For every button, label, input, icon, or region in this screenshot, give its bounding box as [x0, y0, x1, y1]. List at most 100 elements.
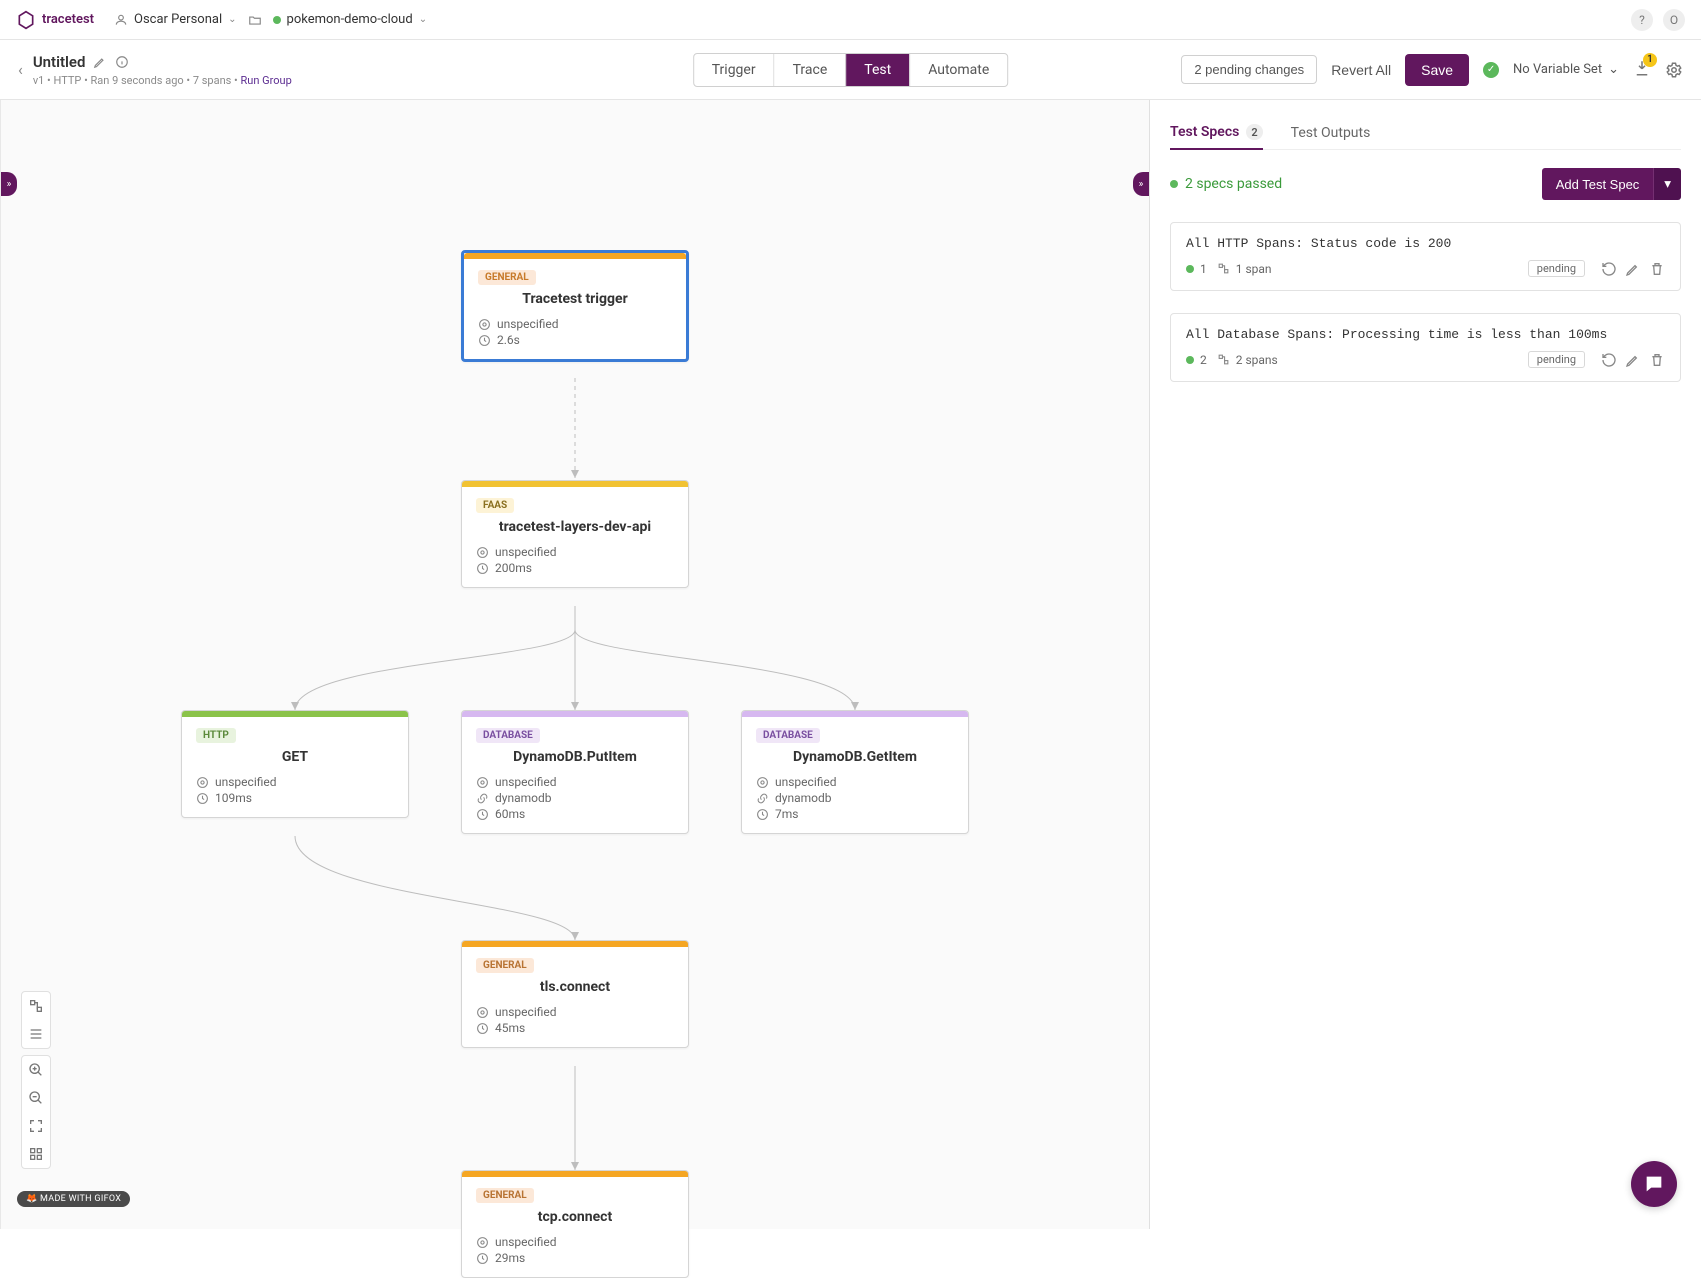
save-button[interactable]: Save	[1405, 54, 1469, 86]
span-node-dynamodb-putitem[interactable]: DATABASE DynamoDB.PutItem unspecified dy…	[461, 710, 689, 834]
avatar[interactable]: O	[1663, 9, 1685, 31]
add-test-spec: Add Test Spec ▾	[1542, 168, 1681, 200]
span-title: tcp.connect	[476, 1209, 674, 1225]
chat-fab[interactable]	[1631, 1161, 1677, 1207]
clock-icon	[476, 1022, 489, 1035]
add-test-spec-caret[interactable]: ▾	[1653, 168, 1681, 200]
state-tag: pending	[1528, 351, 1585, 368]
org-selector[interactable]: Oscar Personal ⌄	[114, 12, 237, 27]
gear-icon	[476, 776, 489, 789]
spec-title: All HTTP Spans: Status code is 200	[1186, 236, 1665, 251]
spans-icon	[1217, 353, 1230, 366]
revert-icon[interactable]	[1601, 352, 1617, 368]
pending-changes-button[interactable]: 2 pending changes	[1181, 55, 1317, 84]
gear-icon	[476, 546, 489, 559]
panel-tabs: Test Specs 2 Test Outputs	[1170, 116, 1681, 150]
trace-canvas[interactable]: » » GENERAL Tracetest trigger unspecifie…	[0, 100, 1149, 1229]
span-tag: DATABASE	[756, 728, 820, 743]
spec-card[interactable]: All HTTP Spans: Status code is 200 1 1 s…	[1170, 222, 1681, 291]
minimap-icon[interactable]	[22, 1140, 50, 1168]
span-title: tls.connect	[476, 979, 674, 995]
tab-test-specs[interactable]: Test Specs 2	[1170, 116, 1263, 150]
status-dot-icon	[1170, 180, 1178, 188]
delete-icon[interactable]	[1649, 261, 1665, 277]
brand-logo[interactable]: tracetest	[16, 10, 94, 30]
edit-icon[interactable]	[1625, 352, 1641, 368]
notifications-icon[interactable]: 1	[1633, 59, 1651, 81]
check-circle-icon: ✓	[1483, 62, 1499, 78]
gear-icon	[196, 776, 209, 789]
add-test-spec-button[interactable]: Add Test Spec	[1542, 168, 1654, 200]
chat-icon	[1643, 1173, 1665, 1195]
list-view-icon[interactable]	[22, 1020, 50, 1048]
spans-icon	[1217, 262, 1230, 275]
sub-header: ‹ Untitled v1 • HTTP • Ran 9 seconds ago…	[0, 40, 1701, 100]
gear-icon[interactable]	[1665, 61, 1683, 79]
span-tag: FAAS	[476, 498, 514, 513]
count-badge: 2	[1246, 124, 1262, 140]
chevron-down-icon: ⌄	[1608, 62, 1619, 77]
clock-icon	[476, 1252, 489, 1265]
span-node-tracetest-trigger[interactable]: GENERAL Tracetest trigger unspecified 2.…	[461, 250, 689, 362]
clock-icon	[476, 808, 489, 821]
span-title: DynamoDB.PutItem	[476, 749, 674, 765]
specs-passed-status: 2 specs passed	[1170, 176, 1282, 192]
span-tag: GENERAL	[478, 270, 536, 285]
span-node-faas[interactable]: FAAS tracetest-layers-dev-api unspecifie…	[461, 480, 689, 588]
span-title: DynamoDB.GetItem	[756, 749, 954, 765]
status-dot-icon	[1186, 356, 1194, 364]
tab-test-outputs[interactable]: Test Outputs	[1291, 116, 1371, 149]
edit-icon[interactable]	[1625, 261, 1641, 277]
status-dot-icon	[273, 16, 281, 24]
main: » » GENERAL Tracetest trigger unspecifie…	[0, 100, 1701, 1229]
link-icon	[476, 792, 489, 805]
page-title: Untitled	[33, 53, 86, 71]
span-node-tls-connect[interactable]: GENERAL tls.connect unspecified 45ms	[461, 940, 689, 1048]
tab-test[interactable]: Test	[845, 54, 909, 86]
top-nav: tracetest Oscar Personal ⌄ pokemon-demo-…	[0, 0, 1701, 40]
spec-title: All Database Spans: Processing time is l…	[1186, 327, 1665, 342]
project-selector[interactable]: pokemon-demo-cloud ⌄	[273, 12, 428, 27]
clock-icon	[756, 808, 769, 821]
brand-text: tracetest	[42, 12, 94, 27]
link-icon	[756, 792, 769, 805]
help-icon[interactable]: ?	[1631, 9, 1653, 31]
gifox-watermark: 🦊 MADE WITH GIFOX	[17, 1191, 130, 1207]
tab-trace[interactable]: Trace	[774, 54, 846, 86]
expand-left-icon[interactable]: »	[1, 172, 17, 196]
revert-icon[interactable]	[1601, 261, 1617, 277]
back-button[interactable]: ‹	[18, 60, 23, 79]
variable-set-selector[interactable]: No Variable Set ⌄	[1513, 62, 1619, 77]
spec-card[interactable]: All Database Spans: Processing time is l…	[1170, 313, 1681, 382]
header-actions: 2 pending changes Revert All Save ✓ No V…	[1181, 54, 1683, 86]
status-dot-icon	[1186, 265, 1194, 273]
info-icon[interactable]	[115, 55, 129, 69]
chevron-down-icon: ⌄	[228, 14, 236, 25]
page-meta: v1 • HTTP • Ran 9 seconds ago • 7 spans …	[33, 74, 292, 87]
revert-button[interactable]: Revert All	[1331, 62, 1391, 78]
gear-icon	[478, 318, 491, 331]
run-group-link[interactable]: Run Group	[241, 74, 292, 87]
state-tag: pending	[1528, 260, 1585, 277]
span-node-tcp-connect[interactable]: GENERAL tcp.connect unspecified 29ms	[461, 1170, 689, 1278]
zoom-in-icon[interactable]	[22, 1056, 50, 1084]
tree-view-icon[interactable]	[22, 992, 50, 1020]
folder-icon	[245, 13, 265, 27]
tab-trigger[interactable]: Trigger	[694, 54, 774, 86]
expand-right-icon[interactable]: »	[1133, 172, 1149, 196]
gear-icon	[476, 1236, 489, 1249]
span-title: tracetest-layers-dev-api	[476, 519, 674, 535]
span-node-http-get[interactable]: HTTP GET unspecified 109ms	[181, 710, 409, 818]
delete-icon[interactable]	[1649, 352, 1665, 368]
edit-icon[interactable]	[93, 55, 107, 69]
span-node-dynamodb-getitem[interactable]: DATABASE DynamoDB.GetItem unspecified dy…	[741, 710, 969, 834]
clock-icon	[478, 334, 491, 347]
zoom-out-icon[interactable]	[22, 1084, 50, 1112]
span-title: Tracetest trigger	[478, 291, 672, 307]
tab-automate[interactable]: Automate	[909, 54, 1007, 86]
user-icon	[114, 13, 128, 27]
gear-icon	[756, 776, 769, 789]
fullscreen-icon[interactable]	[22, 1112, 50, 1140]
tracetest-logo-icon	[16, 10, 36, 30]
badge-count: 1	[1643, 53, 1657, 67]
